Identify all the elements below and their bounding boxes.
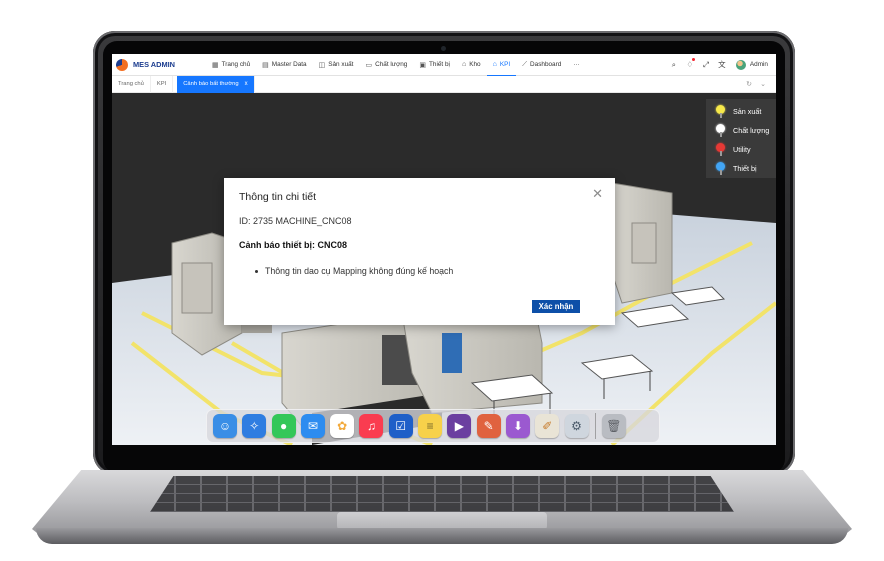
modal-title: Thông tin chi tiết (239, 191, 317, 203)
map-pin-icon (716, 162, 725, 175)
grid-icon: ▦ (212, 61, 219, 69)
legend-label: Chất lượng (733, 126, 770, 135)
nav-item-quality[interactable]: ▭ Chất lượng (359, 54, 413, 76)
trash-icon[interactable]: 🗑 (601, 414, 626, 438)
equipment-warning: Cảnh báo thiết bị: CNC08 (239, 240, 348, 250)
tab-anomaly-alert[interactable]: Cảnh báo bất thường x (177, 75, 255, 93)
tab-label: KPI (156, 81, 167, 87)
messages-icon[interactable]: ● (271, 414, 296, 438)
legend-label: Utility (733, 145, 751, 154)
nav-item-more[interactable]: ··· (567, 54, 585, 76)
chevron-down-icon[interactable]: ⌄ (756, 80, 770, 88)
user-name[interactable]: Admin (750, 61, 768, 68)
bell-icon[interactable]: ♢ (682, 58, 698, 69)
laptop-base-edge (36, 528, 848, 544)
photos-icon[interactable]: ✿ (330, 414, 355, 438)
box-icon: ⌂ (461, 61, 467, 68)
keyboard (150, 476, 734, 512)
legend-label: Sản xuất (733, 107, 762, 116)
nav-item-kpi[interactable]: ⌂ KPI (486, 54, 517, 76)
brand-logo-icon (116, 58, 128, 71)
nav-item-equipment[interactable]: ▣ Thiết bị (413, 54, 456, 76)
tab-label: Trang chủ (118, 81, 144, 87)
tasks-icon[interactable]: ☑ (388, 414, 413, 438)
nav-menu: ▦ Trang chủ ▤ Master Data ◫ Sản xuất ▭ C… (206, 54, 586, 76)
monitor-icon: ▭ (365, 61, 373, 69)
safari-icon[interactable]: ✧ (242, 414, 267, 438)
printer-icon: ▣ (419, 61, 426, 69)
downloads-icon[interactable]: ⬇ (505, 414, 530, 438)
finder-icon[interactable]: ☺ (213, 414, 237, 438)
reload-icon[interactable]: ↻ (742, 80, 756, 88)
nav-item-label: Chất lượng (375, 61, 408, 68)
nav-item-label: Thiết bị (429, 61, 450, 68)
close-icon[interactable]: x (245, 81, 248, 87)
tab-kpi[interactable]: KPI (151, 75, 174, 93)
nav-item-dashboard[interactable]: ⟋ Dashboard (516, 54, 567, 76)
preview-icon[interactable]: ⚙ (564, 414, 589, 438)
mail-icon[interactable]: ✉ (300, 414, 325, 438)
map-pin-icon (716, 124, 725, 137)
nav-item-production[interactable]: ◫ Sản xuất (313, 54, 360, 76)
map-legend: Sản xuất Chất lượng Utility Thiết bị (706, 99, 776, 178)
layers-icon: ◫ (318, 61, 326, 69)
nav-item-label: KPI (499, 60, 511, 68)
tab-tools: ↻ ⌄ (742, 80, 770, 88)
script-editor-icon[interactable]: ✐ (535, 414, 560, 438)
legend-item-utility[interactable]: Utility (716, 140, 776, 159)
translate-icon[interactable]: 文 (714, 59, 730, 70)
video-editor-icon[interactable]: ▶ (447, 414, 472, 438)
machine-id: ID: 2735 MACHINE_CNC08 (239, 216, 352, 226)
nav-item-master-data[interactable]: ▤ Master Data (256, 54, 312, 76)
search-icon[interactable]: ⌕ (666, 60, 682, 70)
notes-icon[interactable]: ≡ (418, 414, 443, 438)
nav-item-label: Trang chủ (221, 61, 251, 68)
legend-item-equipment[interactable]: Thiết bị (716, 159, 776, 178)
music-icon[interactable]: ♫ (359, 414, 384, 438)
document-icon: ▤ (262, 61, 269, 69)
tab-label: Cảnh báo bất thường (183, 81, 239, 87)
legend-item-quality[interactable]: Chất lượng (716, 121, 776, 140)
tab-home[interactable]: Trang chủ (112, 75, 151, 93)
detail-modal: Thông tin chi tiết ✕ ID: 2735 MACHINE_CN… (224, 178, 615, 325)
close-icon[interactable]: ✕ (592, 186, 603, 202)
list-item: Thông tin dao cụ Mapping không đúng kế h… (255, 266, 453, 276)
legend-label: Thiết bị (733, 164, 757, 173)
pixelmator-icon[interactable]: ✎ (476, 414, 501, 438)
nav-tools: ⌕ ♢ ⤢ 文 Admin (666, 58, 768, 70)
confirm-button[interactable]: Xác nhận (532, 300, 580, 313)
brand-name: MES ADMIN (133, 60, 176, 69)
more-icon: ··· (573, 61, 580, 68)
nav-item-label: Sản xuất (328, 61, 354, 68)
nav-item-home[interactable]: ▦ Trang chủ (206, 54, 256, 76)
legend-item-production[interactable]: Sản xuất (716, 102, 776, 121)
warning-list: Thông tin dao cụ Mapping không đúng kế h… (255, 266, 453, 276)
map-pin-icon (716, 143, 725, 156)
home-icon: ⌂ (492, 60, 497, 68)
top-navigation: MES ADMIN ▦ Trang chủ ▤ Master Data ◫ Sả… (112, 54, 776, 76)
nav-item-label: Master Data (271, 61, 307, 68)
dock: ☺ ✧ ● ✉ ✿ ♫ ☑ ≡ ▶ ✎ ⬇ ✐ ⚙ 🗑 (206, 409, 660, 443)
nav-item-label: Dashboard (530, 61, 562, 68)
nav-item-warehouse[interactable]: ⌂ Kho (456, 54, 487, 76)
map-pin-icon (716, 105, 725, 118)
tab-bar: Trang chủ KPI Cảnh báo bất thường x ↻ ⌄ (112, 75, 776, 93)
dock-separator (594, 413, 596, 439)
screen: MES ADMIN ▦ Trang chủ ▤ Master Data ◫ Sả… (112, 54, 776, 445)
fullscreen-icon[interactable]: ⤢ (698, 60, 714, 70)
brand[interactable]: MES ADMIN (116, 58, 206, 71)
nav-item-label: Kho (469, 61, 481, 68)
line-chart-icon: ⟋ (522, 60, 528, 68)
webcam (441, 46, 446, 51)
avatar[interactable] (735, 59, 746, 70)
